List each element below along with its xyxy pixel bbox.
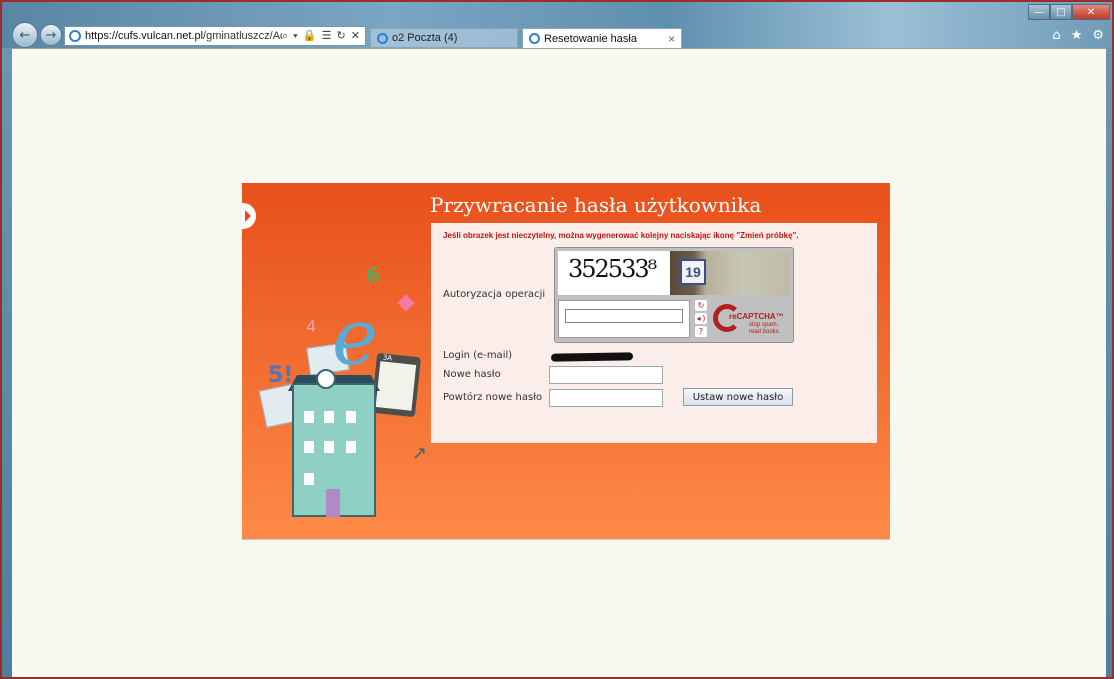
login-value-redacted — [550, 352, 634, 362]
url-host: https://cufs.vulcan.net.pl — [85, 30, 204, 42]
address-url[interactable]: https://cufs.vulcan.net.pl/gminatluszcz/… — [85, 30, 282, 42]
address-bar[interactable]: https://cufs.vulcan.net.pl/gminatluszcz/… — [64, 26, 366, 46]
close-tab-icon[interactable]: × — [668, 32, 675, 46]
number-six-graphic: 6 — [366, 263, 380, 287]
tablet-icon: 3A — [370, 352, 422, 418]
set-password-button[interactable]: Ustaw nowe hasło — [683, 388, 793, 406]
tablet-screen — [375, 361, 417, 411]
tab-label: o2 Poczta (4) — [392, 32, 458, 44]
repeat-password-field[interactable] — [549, 389, 663, 407]
recaptcha-brand: reCAPTCHA™ — [729, 312, 784, 321]
school-clock-icon — [316, 369, 336, 389]
captcha-help-icon[interactable]: ? — [695, 326, 707, 337]
auth-label: Autoryzacja operacji — [443, 289, 546, 300]
close-window-button[interactable]: ✕ — [1072, 4, 1110, 20]
tab-resetowanie-hasla[interactable]: Resetowanie hasła × — [522, 28, 682, 48]
reset-form: Jeśli obrazek jest nieczytelny, można wy… — [431, 223, 877, 443]
address-tools-icons[interactable]: ⌕ ▾ 🔒 ☰ ↻ ✕ — [282, 29, 365, 43]
favorites-star-icon[interactable]: ★ — [1071, 28, 1083, 43]
side-arrow-icon[interactable] — [242, 203, 256, 229]
page-title: Przywracanie hasła użytkownika — [430, 193, 762, 217]
captcha-warning: Jeśli obrazek jest nieczytelny, można wy… — [443, 231, 799, 240]
new-password-field[interactable] — [549, 366, 663, 384]
captcha-input-area — [558, 300, 690, 338]
recaptcha-widget: 352533⁸ 19 ↻ ◂ ) ? reCAPTCHA™ stop spam.… — [554, 247, 794, 343]
browser-toolbar-icons: ⌂ ★ ⚙ — [1052, 28, 1104, 43]
browser-chrome: ← → https://cufs.vulcan.net.pl/gminatlus… — [2, 2, 1112, 48]
school-illustration: 6 4 e 5! 3A ↗ — [258, 263, 452, 533]
captcha-refresh-icon[interactable]: ↻ — [695, 300, 707, 311]
ie-icon — [377, 32, 388, 44]
number-four-graphic: 4 — [306, 317, 317, 336]
maximize-button[interactable]: □ — [1050, 4, 1072, 20]
login-label: Login (e-mail) — [443, 350, 513, 361]
recaptcha-tagline: stop spam. read books. — [749, 322, 781, 335]
captcha-photo: 19 — [670, 251, 790, 295]
tab-o2-poczta[interactable]: o2 Poczta (4) — [370, 28, 518, 48]
captcha-audio-icon[interactable]: ◂ ) — [695, 313, 707, 324]
school-window — [346, 441, 356, 453]
settings-gear-icon[interactable]: ⚙ — [1092, 28, 1104, 43]
school-window — [346, 411, 356, 423]
e-letter-graphic: e — [332, 293, 379, 383]
recaptcha-logo: reCAPTCHA™ stop spam. read books. — [713, 302, 793, 338]
window-controls: — □ ✕ — [1028, 4, 1110, 20]
captcha-distorted-text: 352533⁸ — [568, 255, 657, 283]
heart-icon — [397, 294, 415, 312]
school-door — [326, 489, 340, 517]
back-button[interactable]: ← — [12, 22, 38, 48]
school-window — [324, 441, 334, 453]
minimize-button[interactable]: — — [1028, 4, 1050, 20]
school-window — [304, 473, 314, 485]
tab-label: Resetowanie hasła — [544, 32, 637, 45]
repeat-password-label: Powtórz nowe hasło — [443, 392, 543, 403]
ie-icon — [529, 33, 540, 44]
password-reset-panel: 6 4 e 5! 3A ↗ Przywracanie hasła użytkow… — [242, 183, 890, 540]
captcha-image: 352533⁸ 19 — [558, 251, 790, 295]
school-window — [304, 441, 314, 453]
captcha-response-input[interactable] — [565, 309, 683, 323]
new-password-label: Nowe hasło — [443, 369, 501, 380]
page-viewport: 6 4 e 5! 3A ↗ Przywracanie hasła użytkow… — [12, 48, 1106, 677]
school-window — [324, 411, 334, 423]
captcha-controls: ↻ ◂ ) ? — [695, 300, 711, 337]
forward-button[interactable]: → — [40, 24, 62, 46]
browser-window: ← → https://cufs.vulcan.net.pl/gminatlus… — [0, 0, 1114, 679]
url-path: /gminatluszcz/Accoun — [203, 30, 282, 42]
arrow-doodle-icon: ↗ — [412, 443, 428, 464]
home-icon[interactable]: ⌂ — [1052, 28, 1060, 43]
school-window — [304, 411, 314, 423]
ie-icon — [69, 30, 81, 42]
captcha-house-number: 19 — [680, 259, 706, 285]
